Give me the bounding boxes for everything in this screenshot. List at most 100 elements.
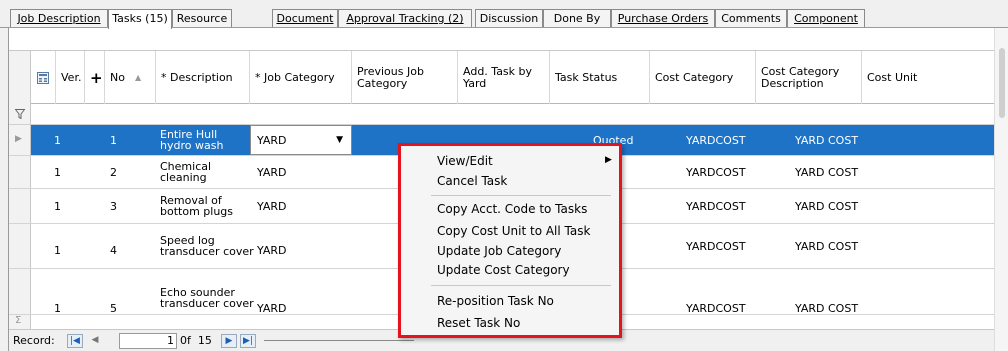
cell-description[interactable]: Chemical cleaning [160,156,248,188]
filter-icon[interactable] [14,109,25,119]
tab-approval-tracking[interactable]: Approval Tracking (2) [338,9,472,28]
submenu-arrow-icon: ▶ [605,155,612,165]
cell-cost-category-description[interactable]: YARD COST [795,224,858,268]
cell-description[interactable]: Entire Hull hydro wash [160,125,248,155]
record-number-input[interactable]: 1 [119,333,177,349]
col-cost-category[interactable]: Cost Category [650,51,756,104]
chevron-down-icon[interactable]: ▼ [336,135,343,146]
tab-done-by[interactable]: Done By [543,9,611,28]
tab-label: Tasks (15) [112,12,168,25]
tab-component[interactable]: Component [787,9,865,28]
scrollbar-thumb[interactable] [999,48,1005,118]
menu-item-copy-acct-code[interactable]: Copy Acct. Code to Tasks [437,202,587,216]
menu-item-view-edit[interactable]: View/Edit [437,154,493,168]
tab-job-description[interactable]: Job Description [10,9,108,28]
cell-description[interactable]: Echo sounder transducer cover [160,269,256,314]
cell-job-category[interactable]: YARD [257,224,287,268]
col-job-category[interactable]: * Job Category [250,51,352,104]
row-header-corner [9,51,31,104]
context-menu: View/Edit ▶ Cancel Task Copy Acct. Code … [398,143,622,338]
cell-cost-category[interactable]: YARDCOST [686,269,746,314]
col-task-status[interactable]: Task Status [550,51,650,104]
column-label: * Description [161,70,233,84]
vertical-scrollbar[interactable] [994,28,1008,351]
tab-label: Comments [721,12,781,25]
cell-cost-category[interactable]: YARDCOST [686,156,746,188]
cell-description[interactable]: Speed log transducer cover [160,224,256,268]
row-selector[interactable] [9,156,31,188]
cell-cost-category-description[interactable]: YARD COST [795,156,858,188]
tab-label: Component [794,12,858,25]
menu-item-update-job-category[interactable]: Update Job Category [437,244,561,258]
tab-document[interactable]: Document [272,9,338,28]
cell-ver[interactable]: 1 [54,156,61,188]
cell-no[interactable]: 1 [110,125,117,155]
cell-ver[interactable]: 1 [54,269,61,314]
cell-no[interactable]: 3 [110,189,117,223]
sum-icon: Σ [15,315,22,326]
row-selector[interactable] [9,189,31,223]
cell-cost-category-description[interactable]: YARD COST [795,189,858,223]
column-label: Previous Job Category [357,64,424,90]
menu-item-reposition-task-no[interactable]: Re-position Task No [437,294,554,308]
col-add-task-by-yard[interactable]: Add. Task by Yard [458,51,550,104]
tab-strip: Job Description Tasks (15) Resource Docu… [0,0,1008,29]
menu-item-update-cost-category[interactable]: Update Cost Category [437,263,570,277]
filter-row[interactable] [9,104,994,125]
cell-job-category[interactable]: YARD [257,156,287,188]
cell-job-category[interactable]: YARD [257,189,287,223]
cell-cost-category-description[interactable]: YARD COST [795,269,858,314]
cell-cost-category[interactable]: YARDCOST [686,224,746,268]
row-selector[interactable] [9,269,31,314]
tab-label: Discussion [479,12,539,25]
horizontal-scrollbar[interactable] [264,340,414,341]
row-selector[interactable] [9,224,31,268]
column-label: Cost Category [655,70,734,84]
next-record-button[interactable]: ▶ [221,334,237,348]
cell-ver[interactable]: 1 [54,125,61,155]
job-category-dropdown[interactable]: YARD ▼ [250,125,352,155]
first-record-button[interactable]: |◀ [67,334,83,348]
next-record-icon: ▶ [225,336,233,346]
col-previous-job-category[interactable]: Previous Job Category [352,51,458,104]
add-icon: + [90,68,103,87]
menu-item-cancel-task[interactable]: Cancel Task [437,174,507,188]
cell-job-category[interactable]: YARD [257,269,287,314]
column-label: No [110,70,125,84]
menu-item-reset-task-no[interactable]: Reset Task No [437,316,520,330]
tab-resource[interactable]: Resource [172,9,232,28]
column-chooser-icon[interactable] [37,71,49,84]
tab-purchase-orders[interactable]: Purchase Orders [611,9,715,28]
sort-ascending-icon: ▲ [134,72,142,82]
cell-ver[interactable]: 1 [54,224,61,268]
column-label: Ver. [61,70,82,84]
record-label: Record: [13,334,55,347]
cell-ver[interactable]: 1 [54,189,61,223]
col-no[interactable]: No ▲ [105,51,156,104]
col-cost-category-description[interactable]: Cost Category Description [756,51,862,104]
cell-cost-category-description[interactable]: YARD COST [795,125,858,155]
tab-label: Purchase Orders [617,12,709,25]
menu-item-copy-cost-unit[interactable]: Copy Cost Unit to All Task [437,224,590,238]
tab-discussion[interactable]: Discussion [475,9,543,28]
current-row-icon: ▶ [15,134,22,144]
tab-comments[interactable]: Comments [715,9,787,28]
cell-no[interactable]: 2 [110,156,117,188]
cell-description[interactable]: Removal of bottom plugs [160,189,248,223]
prev-record-button[interactable]: ◀ [87,334,103,348]
tab-tasks[interactable]: Tasks (15) [108,9,172,29]
column-label: Cost Category Description [761,64,840,90]
cell-no[interactable]: 5 [110,269,117,314]
col-description[interactable]: * Description [156,51,250,104]
col-cost-unit[interactable]: Cost Unit [862,51,994,104]
tab-label: Resource [176,12,228,25]
cell-cost-category[interactable]: YARDCOST [686,125,746,155]
row-selector[interactable]: ▶ [9,125,31,155]
col-add[interactable]: + [85,51,105,104]
cell-no[interactable]: 4 [110,224,117,268]
last-record-button[interactable]: ▶| [240,334,256,348]
column-chooser-button[interactable] [31,51,56,104]
col-ver[interactable]: Ver. [56,51,85,104]
filter-row-header[interactable] [9,104,31,124]
cell-cost-category[interactable]: YARDCOST [686,189,746,223]
